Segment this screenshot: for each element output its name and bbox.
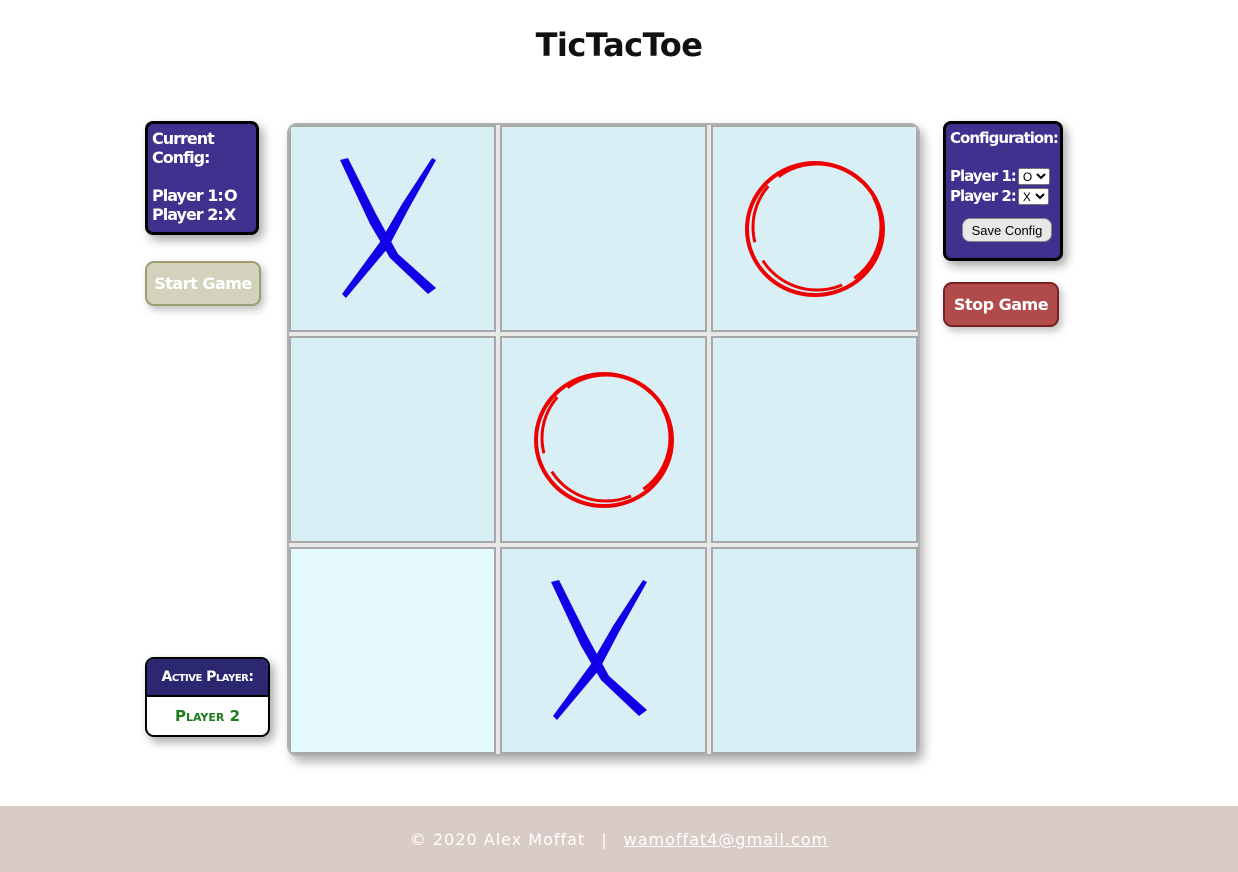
x-mark-icon: [550, 579, 647, 720]
board-cell-8[interactable]: [500, 547, 707, 754]
save-config-button[interactable]: Save Config: [962, 218, 1052, 242]
o-mark-icon: [533, 371, 674, 508]
current-config-panel: Current Config: Player 1: O Player 2: X: [145, 121, 259, 235]
config-player2-label: Player 2:: [950, 187, 1017, 205]
footer-separator: |: [601, 829, 608, 849]
game-board: [287, 123, 920, 756]
config-player1-row: Player 1: O: [950, 166, 1060, 186]
board-cell-9[interactable]: [711, 547, 918, 754]
footer-copyright: © 2020 Alex Moffat: [409, 829, 586, 849]
active-player-heading: Active Player:: [147, 659, 268, 697]
x-mark-icon: [339, 157, 436, 298]
board-cell-5[interactable]: [500, 336, 707, 543]
player2-select[interactable]: X: [1017, 187, 1049, 205]
current-config-player1: Player 1: O: [152, 186, 256, 205]
current-config-player2: Player 2: X: [152, 205, 256, 224]
active-player-value: Player 2: [174, 707, 241, 725]
board-cell-4[interactable]: [289, 336, 496, 543]
player2-value: X: [224, 205, 236, 224]
active-player-panel: Active Player: Player 2: [145, 657, 270, 737]
board-cell-2[interactable]: [500, 125, 707, 332]
configuration-panel: Configuration: Player 1: O Player 2: X S…: [943, 121, 1063, 261]
player2-label: Player 2:: [152, 205, 224, 224]
player1-label: Player 1:: [152, 186, 224, 205]
player1-value: O: [224, 186, 238, 205]
configuration-heading: Configuration:: [950, 129, 1059, 147]
board-cell-1[interactable]: [289, 125, 496, 332]
board-cell-6[interactable]: [711, 336, 918, 543]
footer: © 2020 Alex Moffat | wamoffat4@gmail.com: [0, 806, 1238, 872]
player1-select[interactable]: O: [1017, 167, 1050, 185]
config-player1-label: Player 1:: [950, 167, 1017, 185]
start-game-button[interactable]: Start Game: [145, 261, 261, 306]
board-cell-3[interactable]: [711, 125, 918, 332]
o-mark-icon: [744, 160, 885, 297]
current-config-heading: Current Config:: [152, 129, 215, 167]
footer-email-link[interactable]: wamoffat4@gmail.com: [624, 830, 828, 849]
page-title: TicTacToe: [535, 26, 703, 64]
config-player2-row: Player 2: X: [950, 186, 1060, 206]
stop-game-button[interactable]: Stop Game: [943, 282, 1059, 327]
board-cell-7[interactable]: [289, 547, 496, 754]
